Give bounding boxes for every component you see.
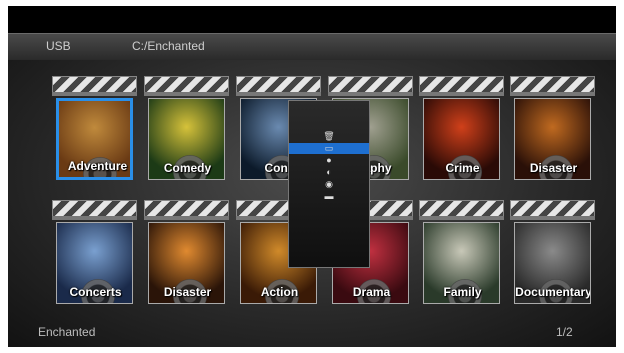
info-icon[interactable]: ● [289, 155, 369, 166]
folder-label: Documentary [515, 285, 591, 299]
folder-cover-image: Comedy [148, 98, 225, 180]
folder-cover-image: Disaster [148, 222, 225, 304]
folder-cover-image: Adventure [56, 98, 133, 180]
media-browser-screen: USB C:/Enchanted Adventure Comedy Conc grap… [8, 6, 616, 347]
clapperboard-base [144, 92, 229, 96]
folder-tile[interactable]: Documentary [510, 200, 595, 307]
folder-label: Family [443, 285, 482, 299]
clapperboard-base [144, 216, 229, 220]
clapperboard-base [52, 216, 137, 220]
folder-label: Comedy [163, 161, 212, 175]
clapperboard-base [510, 92, 595, 96]
clapperboard-base [52, 92, 137, 96]
folder-tile[interactable]: Crime [419, 76, 504, 183]
current-path: C:/Enchanted [132, 39, 205, 53]
footer-bar: Enchanted 1/2 [8, 313, 616, 347]
folder-label: Disaster [529, 161, 578, 175]
folder-cover-image: Documentary [514, 222, 591, 304]
folder-cover-image: Crime [423, 98, 500, 180]
folder-label: Adventure [67, 159, 128, 173]
folder-cover-image: Disaster [514, 98, 591, 180]
folder-label: Drama [352, 285, 391, 299]
folder-grid-area: Adventure Comedy Conc graphy Crime Disaster Co… [8, 60, 616, 347]
page-indicator: 1/2 [556, 325, 573, 339]
current-folder-name: Enchanted [38, 325, 96, 339]
folder-cover-image: Family [423, 222, 500, 304]
folder-label: Disaster [163, 285, 212, 299]
folder-label: Action [260, 285, 299, 299]
clapperboard-base [236, 92, 321, 96]
clapperboard-base [419, 92, 504, 96]
folder-tile[interactable]: Disaster [510, 76, 595, 183]
folder-cover-image: Concerts [56, 222, 133, 304]
folder-tile[interactable]: Comedy [144, 76, 229, 183]
trash-icon[interactable]: 🗑 [289, 131, 369, 142]
context-menu: 🗑 ▭ ● ◐ ◉ ▬ [288, 100, 370, 268]
settings-icon[interactable]: ◉ [289, 179, 369, 190]
header-bar: USB C:/Enchanted [8, 33, 616, 61]
clapperboard-base [510, 216, 595, 220]
clapperboard-base [328, 92, 413, 96]
folder-icon[interactable]: ▬ [289, 191, 369, 202]
rename-icon[interactable]: ▭ [289, 143, 369, 154]
folder-label: Concerts [69, 285, 122, 299]
clapperboard-base [419, 216, 504, 220]
folder-tile[interactable]: Adventure [52, 76, 137, 183]
folder-label: Crime [445, 161, 480, 175]
folder-tile[interactable]: Concerts [52, 200, 137, 307]
folder-tile[interactable]: Family [419, 200, 504, 307]
copy-icon[interactable]: ◐ [289, 167, 369, 178]
folder-tile[interactable]: Disaster [144, 200, 229, 307]
source-label[interactable]: USB [46, 39, 71, 53]
